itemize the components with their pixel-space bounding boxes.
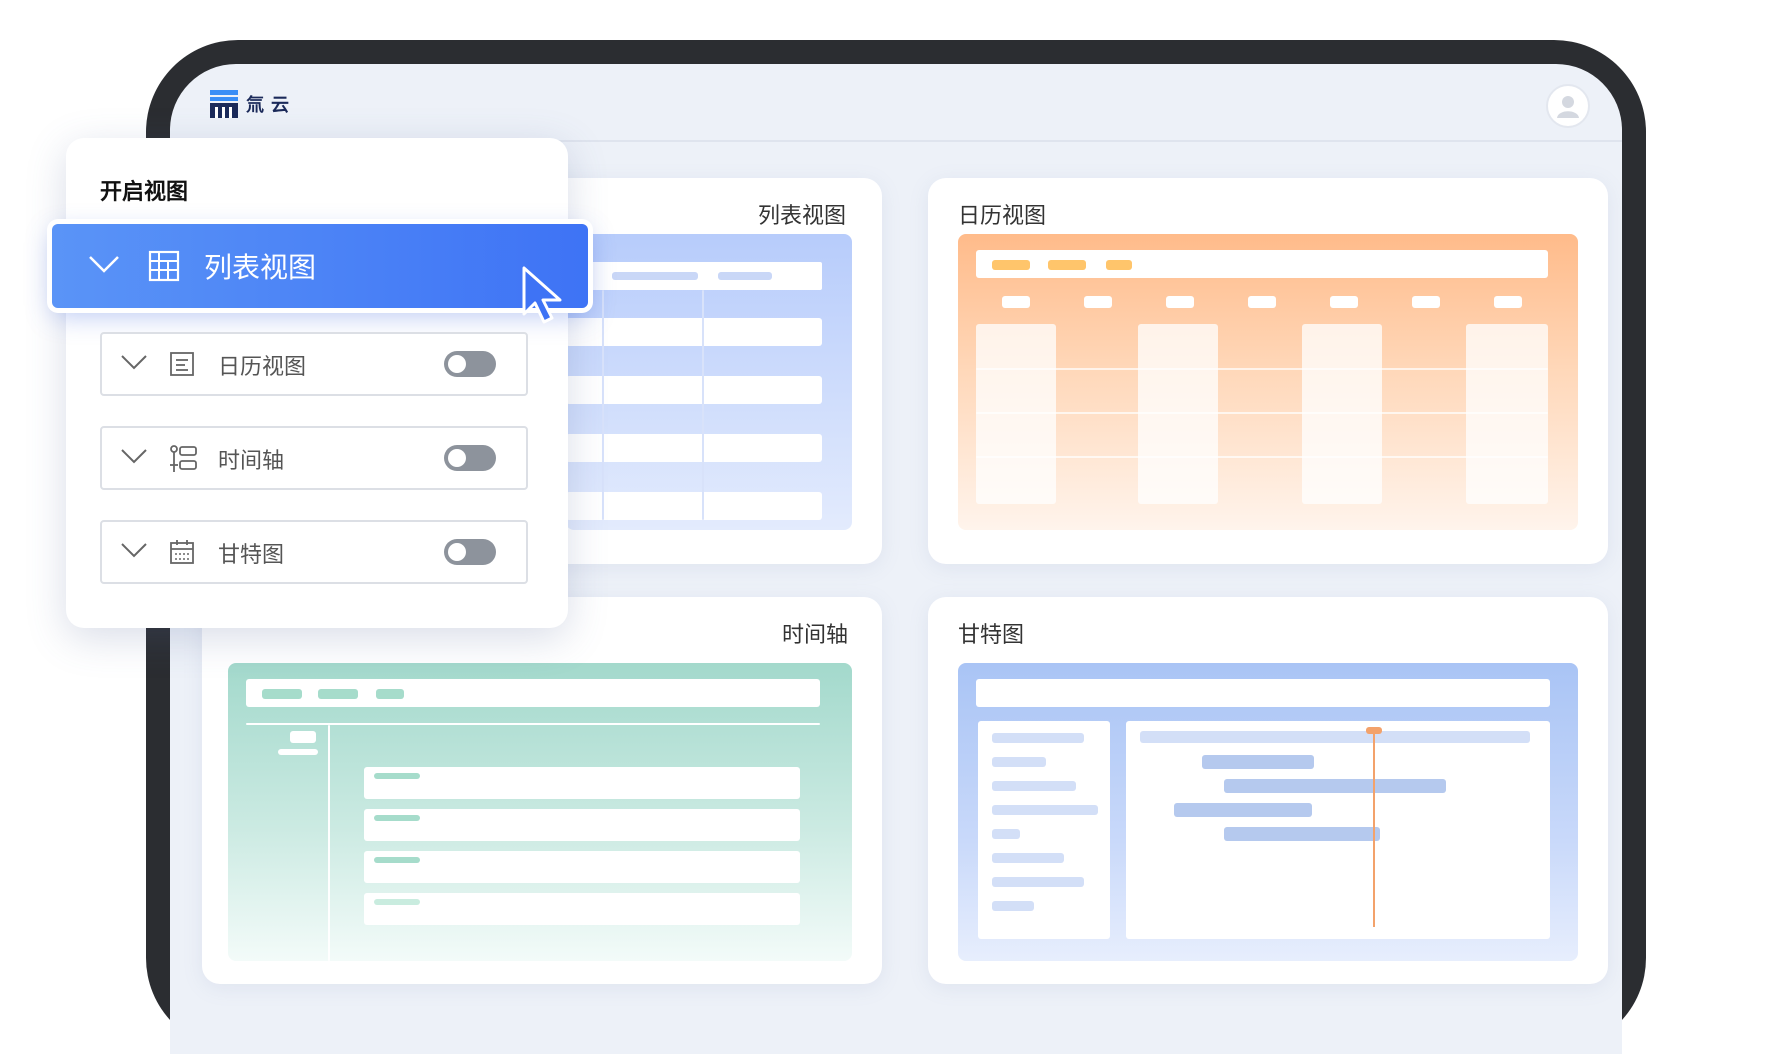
chevron-down-icon[interactable] [88,254,120,274]
list-preview [566,234,852,530]
gantt-view-card[interactable]: 甘特图 [928,597,1608,984]
chevron-down-icon[interactable] [120,352,148,372]
menu-title: 开启视图 [100,179,189,204]
timeline-view-card[interactable]: 时间轴 [202,597,882,984]
gantt-view-card-title: 甘特图 [958,622,1025,647]
logo-char: 氚 [246,95,265,115]
logo-text: 云 [271,95,290,115]
gantt-toggle[interactable] [444,539,496,565]
document-icon [170,352,194,376]
timeline-view-card-title: 时间轴 [781,622,848,647]
today-marker [1373,729,1375,927]
list-view-card-title: 列表视图 [757,203,846,228]
calendar-view-option[interactable]: 日历视图 [100,332,528,396]
chevron-down-icon[interactable] [120,540,148,560]
mouse-cursor-icon [522,266,562,324]
user-icon [1557,96,1579,118]
calendar-view-option-label: 日历视图 [218,354,307,379]
timeline-preview [228,663,852,961]
timeline-icon [170,445,197,472]
top-bar: 氚 云 [170,64,1622,142]
gantt-preview [958,663,1578,961]
timeline-option-label: 时间轴 [218,448,285,473]
calendar-icon [170,540,194,564]
avatar[interactable] [1546,84,1590,128]
list-view-option-label: 列表视图 [204,252,317,283]
table-icon [148,250,180,282]
calendar-view-card-title: 日历视图 [958,203,1047,228]
gantt-option-label: 甘特图 [218,542,285,567]
chevron-down-icon[interactable] [120,446,148,466]
gantt-option[interactable]: 甘特图 [100,520,528,584]
calendar-view-card[interactable]: 日历视图 [928,178,1608,564]
calendar-preview [958,234,1578,530]
timeline-toggle[interactable] [444,445,496,471]
app-logo[interactable]: 氚 云 [208,88,290,120]
timeline-option[interactable]: 时间轴 [100,426,528,490]
logo-icon [210,90,238,118]
list-view-option-selected[interactable]: 列表视图 [52,224,588,308]
calendar-view-toggle[interactable] [444,351,496,377]
